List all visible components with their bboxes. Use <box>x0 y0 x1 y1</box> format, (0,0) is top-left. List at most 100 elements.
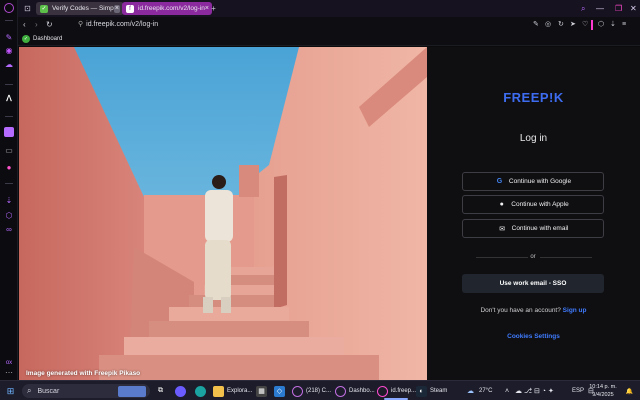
green-check-icon: ✓ <box>40 4 48 13</box>
or-divider: or <box>462 253 604 261</box>
taskbar-item-youtube[interactable]: (218) C... <box>292 384 331 398</box>
google-login-button[interactable]: G Continue with Google <box>462 172 604 191</box>
gamepad-icon[interactable]: ∞ <box>4 225 14 235</box>
taskbar-item-label: Explora... <box>227 388 253 394</box>
task-view-button[interactable]: ⧉ <box>155 384 169 398</box>
image-caption: Image generated with Freepik Pikaso <box>26 370 141 377</box>
snapshot-icon[interactable]: ◎ <box>545 20 551 30</box>
start-button[interactable]: ⊞ <box>5 384 19 398</box>
clock-time: 10:14 p. m. <box>589 384 617 390</box>
taskbar-item-label: Dashbo... <box>349 388 375 394</box>
hero-image <box>19 47 427 380</box>
reload-icon[interactable]: ↻ <box>46 20 53 30</box>
apple-icon: ● <box>499 201 504 208</box>
clock-date: 9/4/2025 <box>592 392 614 398</box>
opera-gx-icon <box>335 385 346 397</box>
weather-widget[interactable]: ☁ 27°C <box>465 384 492 398</box>
history-icon[interactable]: ▭ <box>4 146 14 156</box>
vscode-button[interactable]: ◇ <box>274 384 288 398</box>
taskbar-item-freepik[interactable]: id.freep... <box>377 384 416 398</box>
screen: ✎ ◉ ☁ ᐱ ▭ ● ⇣ ⬡ ∞ ox ⋯ ⊡ ✓ Verify Codes … <box>0 0 640 400</box>
opera-logo-icon[interactable] <box>4 3 14 13</box>
freepik-icon: f <box>126 4 134 13</box>
minimize-icon[interactable]: — <box>596 3 604 14</box>
browser-sidebar: ✎ ◉ ☁ ᐱ ▭ ● ⇣ ⬡ ∞ ox ⋯ <box>0 0 18 380</box>
cube-icon[interactable]: ⬡ <box>4 211 14 221</box>
search-icon: ⌕ <box>27 386 32 395</box>
taskbar-item-explorer[interactable]: Explora... <box>213 384 252 398</box>
tab-freepik-login[interactable]: f id.freepik.com/v2/log-in × <box>122 2 212 15</box>
search-tabs-icon[interactable]: ⌕ <box>581 3 585 14</box>
aria-icon[interactable]: ᐱ <box>4 94 14 104</box>
bookmark-dashboard[interactable]: ✓ Dashboard <box>22 35 62 43</box>
more-icon[interactable]: ox <box>4 358 14 368</box>
notifications-button[interactable]: 🔔 <box>624 384 638 398</box>
apple-login-button[interactable]: ● Continue with Apple <box>462 195 604 214</box>
search-label: Buscar <box>37 387 60 395</box>
button-label: Continue with Google <box>508 178 572 185</box>
task-view-icon: ⧉ <box>158 387 163 394</box>
wallet-icon[interactable] <box>4 127 14 137</box>
new-tab-icon[interactable]: + <box>208 3 219 14</box>
freepik-logo[interactable]: FREEP!K <box>427 90 640 105</box>
address-bar-row: ‹ › ↻ ⚲ id.freepik.com/v2/log-in ✎ ◎ ↻ ➤ … <box>18 17 640 33</box>
taskbar-item-label: (218) C... <box>306 388 332 394</box>
bookmark-label: Dashboard <box>33 36 63 42</box>
copilot-icon <box>175 385 186 397</box>
taskbar-item-dashboard[interactable]: Dashbo... <box>335 384 375 398</box>
menu-icon[interactable]: ≡ <box>622 20 626 30</box>
button-label: Continue with Apple <box>511 201 569 208</box>
weather-cloud-icon: ☁ <box>467 388 474 395</box>
tab-label: Verify Codes — Simp <box>52 5 114 12</box>
taskbar-clock[interactable]: 10:14 p. m. 9/4/2025 <box>587 383 619 399</box>
send-icon[interactable]: ➤ <box>570 20 576 30</box>
download-icon[interactable]: ⇣ <box>610 20 616 30</box>
edit-icon[interactable]: ✎ <box>533 20 539 30</box>
forward-icon[interactable]: › <box>35 20 38 30</box>
calculator-button[interactable]: ▦ <box>256 384 270 398</box>
download-icon[interactable]: ⇣ <box>4 196 14 206</box>
steam-icon: ◐ <box>416 385 427 397</box>
cookies-settings-link[interactable]: Cookies Settings <box>427 333 640 340</box>
accent-divider <box>591 20 593 30</box>
tab-verify-codes[interactable]: ✓ Verify Codes — Simp × <box>36 2 124 15</box>
music-icon[interactable]: ● <box>4 163 14 173</box>
notification-bell-icon: 🔔 <box>625 388 634 395</box>
close-window-icon[interactable]: ✕ <box>630 3 637 14</box>
maximize-icon[interactable]: ❐ <box>615 3 622 14</box>
button-label: Continue with email <box>511 225 569 232</box>
site-info-icon[interactable]: ⚲ <box>78 21 83 28</box>
pen-icon[interactable]: ✎ <box>4 33 14 43</box>
address-bar[interactable]: ⚲ id.freepik.com/v2/log-in <box>78 20 158 30</box>
weather-temp: 27°C <box>479 388 493 394</box>
taskbar-item-label: id.freep... <box>391 388 417 394</box>
taskbar-item-label: Steam <box>430 388 448 394</box>
folder-icon <box>213 385 224 397</box>
back-icon[interactable]: ‹ <box>23 20 26 30</box>
sync-icon[interactable]: ↻ <box>558 20 564 30</box>
discord-icon[interactable]: ☁ <box>4 60 14 70</box>
copilot-button[interactable] <box>175 384 189 398</box>
windows-taskbar: ⊞ ⌕ Buscar ⧉ Explora... ▦ ◇ (218) C... D… <box>0 380 640 400</box>
chevron-up-icon: ˄ <box>505 387 510 395</box>
messenger-icon[interactable]: ◉ <box>4 46 14 56</box>
taskbar-item-steam[interactable]: ◐ Steam <box>416 384 447 398</box>
opera-icon <box>292 385 303 397</box>
sso-button[interactable]: Use work email - SSO <box>462 274 604 293</box>
edge-button[interactable] <box>195 384 209 398</box>
workspace-icon[interactable]: ⊡ <box>22 3 33 14</box>
google-icon: G <box>496 178 503 185</box>
opera-gx-icon <box>377 385 388 397</box>
email-login-button[interactable]: ✉ Continue with email <box>462 219 604 238</box>
sidebar-divider <box>5 183 13 184</box>
language-indicator[interactable]: ESP <box>572 384 584 398</box>
heart-icon[interactable]: ♡ <box>582 20 588 30</box>
cube-icon[interactable]: ⬡ <box>598 20 604 30</box>
tray-icons[interactable]: ☁ ⎇ ⊟ ◔ ✦ <box>515 384 554 398</box>
page-title: Log in <box>519 133 548 144</box>
show-hidden-icons-button[interactable]: ˄ <box>505 384 509 398</box>
menu-dots-icon[interactable]: ⋯ <box>4 368 14 378</box>
signup-link[interactable]: Sign up <box>563 307 587 314</box>
close-tab-icon[interactable]: × <box>113 4 120 13</box>
tab-bar: ⊡ ✓ Verify Codes — Simp × f id.freepik.c… <box>18 0 640 17</box>
